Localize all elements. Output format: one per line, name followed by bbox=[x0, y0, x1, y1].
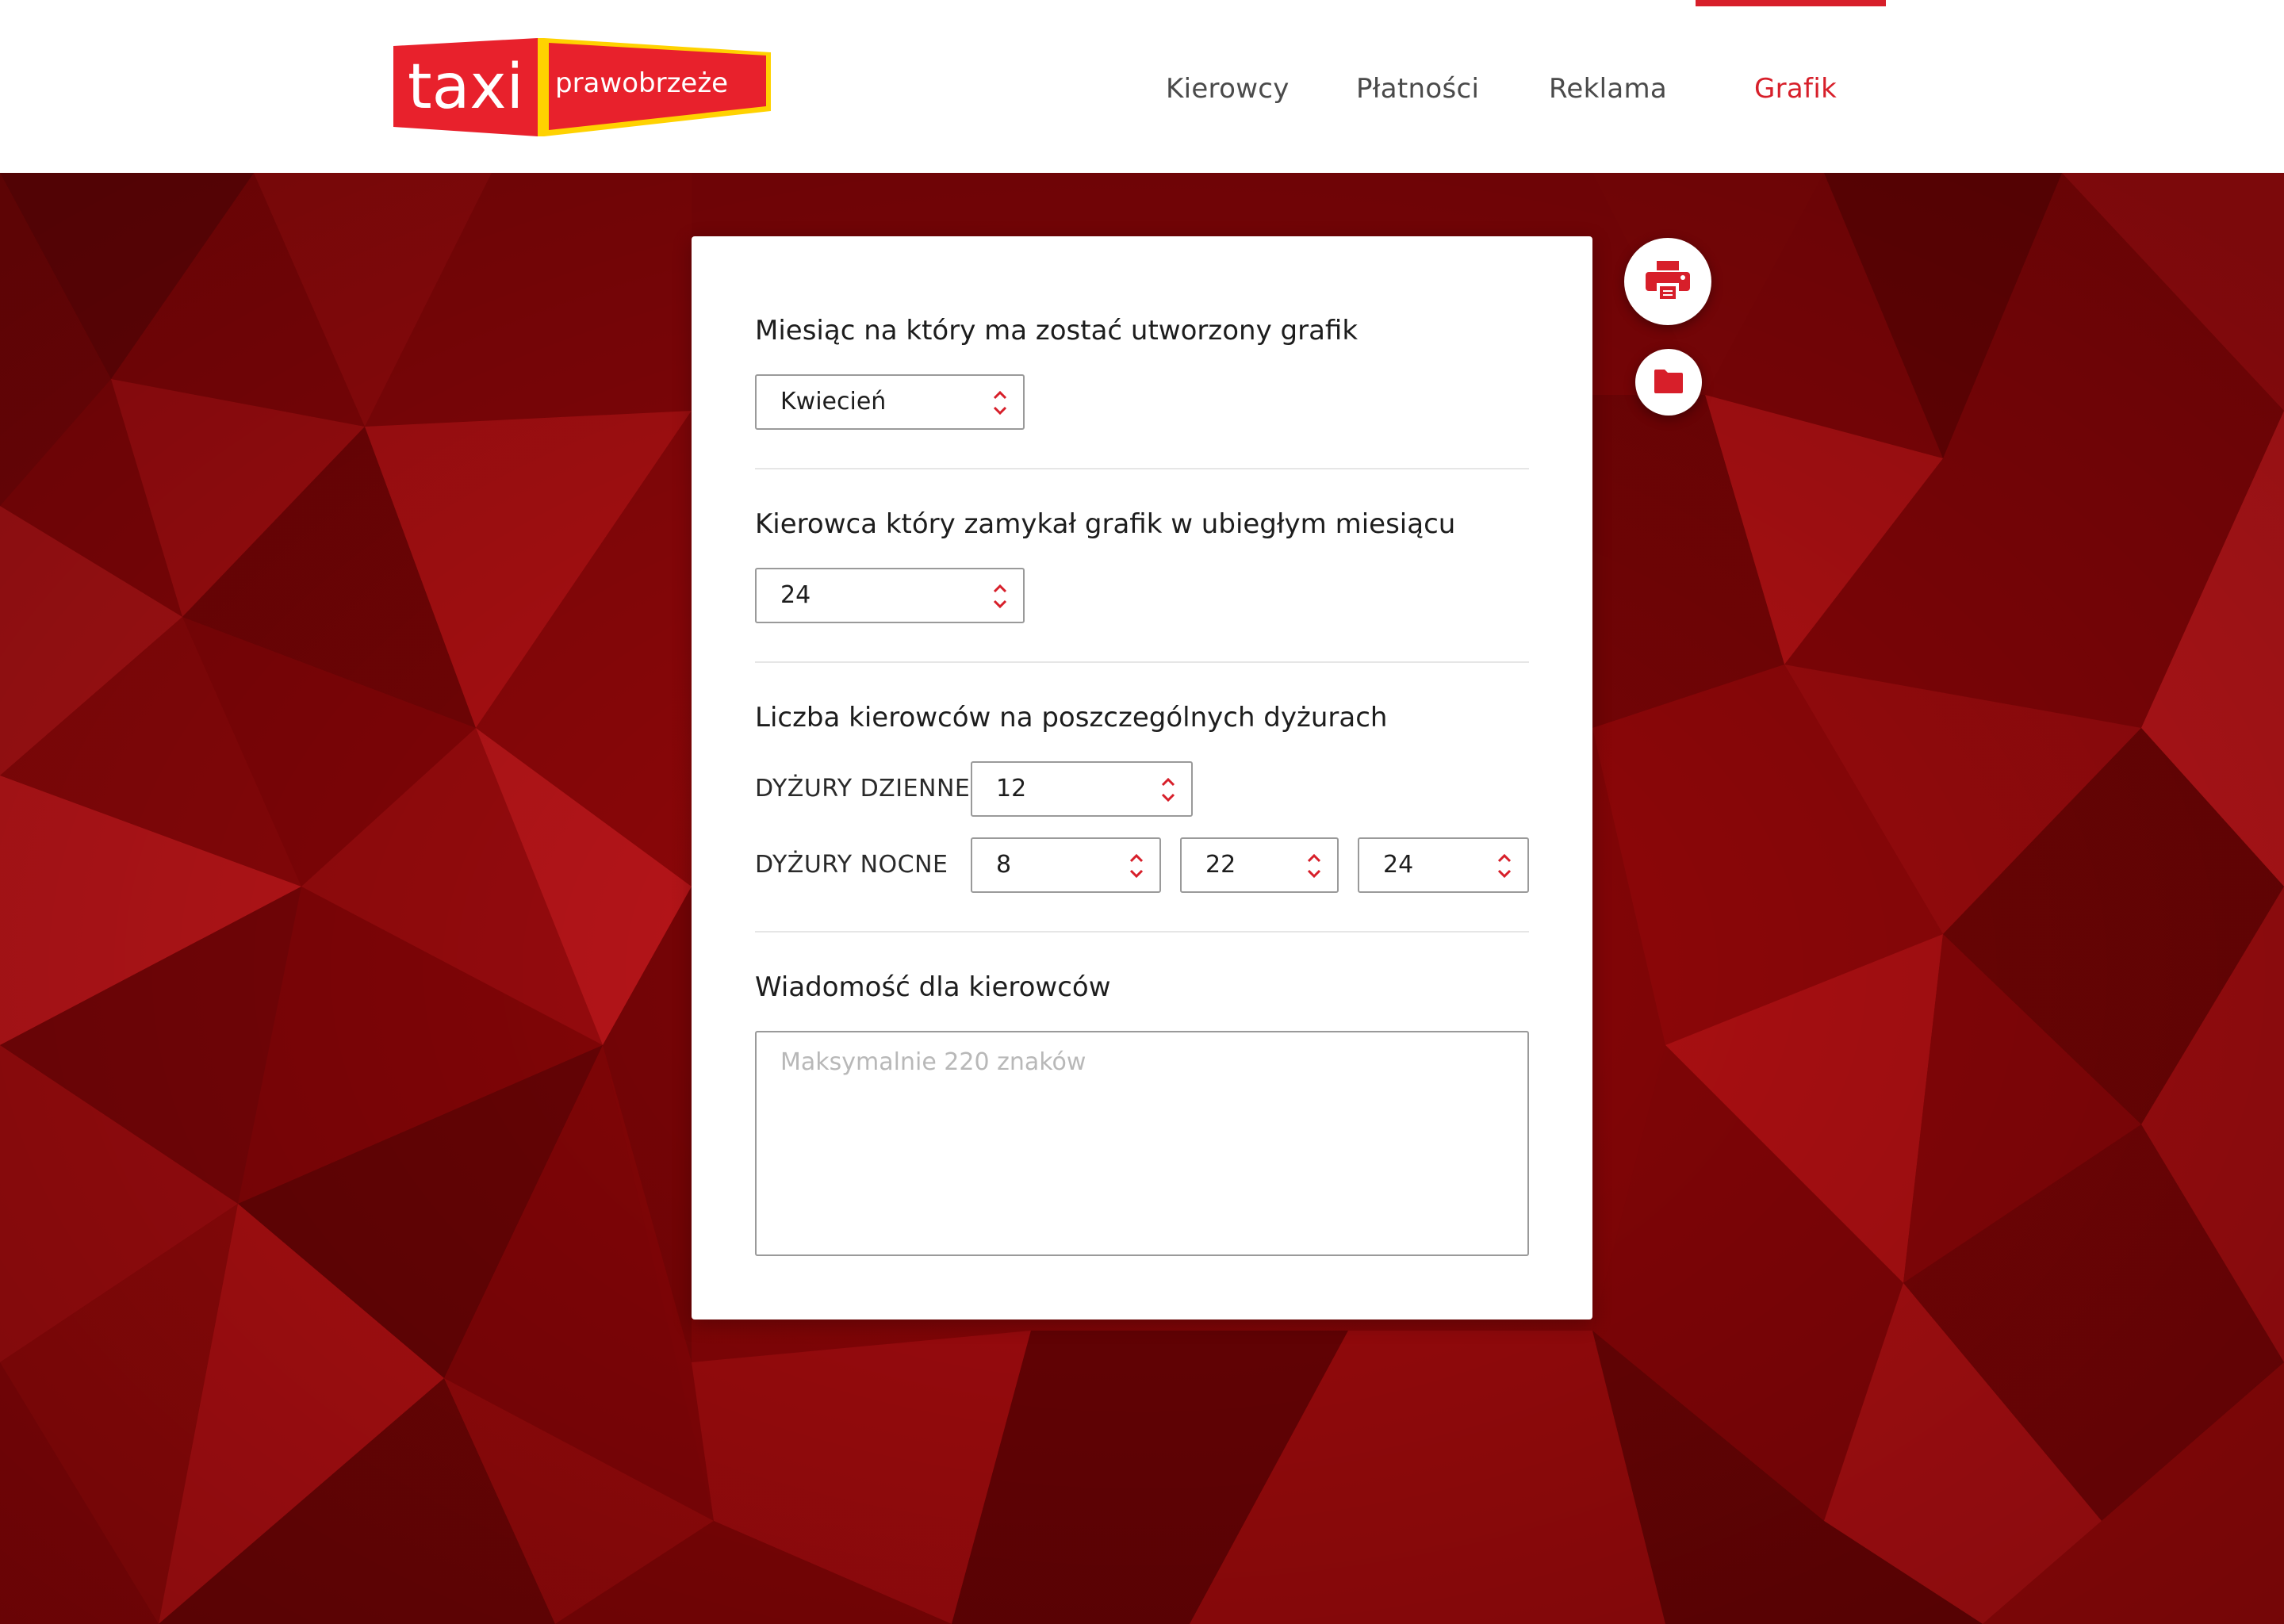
nav-item-grafik[interactable]: Grafik bbox=[1754, 68, 1837, 109]
spinner-arrows-icon[interactable] bbox=[1496, 850, 1513, 882]
month-label: Miesiąc na który ma zostać utworzony gra… bbox=[755, 315, 1359, 347]
last-driver-label: Kierowca który zamykał grafik w ubiegłym… bbox=[755, 508, 1456, 540]
schedule-form-card: Miesiąc na który ma zostać utworzony gra… bbox=[692, 236, 1592, 1320]
night-shifts-input-3[interactable]: 24 bbox=[1358, 837, 1529, 893]
logo-taxi-text: taxi bbox=[408, 52, 523, 123]
taxi-prawobrzeze-logo[interactable]: taxi prawobrzeże bbox=[393, 38, 771, 136]
month-select[interactable]: Kwiecień bbox=[755, 374, 1025, 430]
nav-item-platnosci[interactable]: Płatności bbox=[1356, 68, 1479, 109]
night-shifts-label: DYŻURY NOCNE bbox=[755, 851, 948, 879]
message-textarea[interactable] bbox=[755, 1031, 1529, 1256]
active-tab-indicator bbox=[1696, 0, 1886, 6]
month-value: Kwiecień bbox=[780, 388, 887, 416]
night-shifts-input-1[interactable]: 8 bbox=[971, 837, 1161, 893]
logo-brand-text: prawobrzeże bbox=[555, 67, 728, 99]
day-shifts-value: 12 bbox=[996, 775, 1027, 802]
night-shifts-input-2[interactable]: 22 bbox=[1180, 837, 1339, 893]
nav-item-reklama[interactable]: Reklama bbox=[1549, 68, 1667, 109]
section-divider bbox=[755, 468, 1529, 469]
section-divider bbox=[755, 931, 1529, 933]
open-folder-button[interactable] bbox=[1635, 349, 1702, 416]
section-divider bbox=[755, 661, 1529, 663]
folder-icon bbox=[1654, 370, 1683, 393]
night-shift-value: 8 bbox=[996, 851, 1012, 879]
message-label: Wiadomość dla kierowców bbox=[755, 971, 1111, 1003]
last-driver-value: 24 bbox=[780, 581, 811, 609]
night-shift-value: 22 bbox=[1205, 851, 1236, 879]
site-header: taxi prawobrzeże Kierowcy Płatności Rekl… bbox=[0, 0, 2284, 173]
nav-item-kierowcy[interactable]: Kierowcy bbox=[1166, 68, 1290, 109]
drivers-count-label: Liczba kierowców na poszczególnych dyżur… bbox=[755, 702, 1388, 733]
day-shifts-label: DYŻURY DZIENNE bbox=[755, 775, 971, 802]
night-shift-value: 24 bbox=[1383, 851, 1414, 879]
last-driver-input[interactable]: 24 bbox=[755, 568, 1025, 623]
print-button[interactable] bbox=[1624, 238, 1711, 325]
spinner-arrows-icon[interactable] bbox=[1159, 774, 1177, 806]
print-icon bbox=[1646, 261, 1690, 302]
spinner-arrows-icon[interactable] bbox=[991, 387, 1009, 419]
spinner-arrows-icon[interactable] bbox=[991, 580, 1009, 612]
spinner-arrows-icon[interactable] bbox=[1305, 850, 1323, 882]
spinner-arrows-icon[interactable] bbox=[1128, 850, 1145, 882]
day-shifts-input[interactable]: 12 bbox=[971, 761, 1193, 817]
